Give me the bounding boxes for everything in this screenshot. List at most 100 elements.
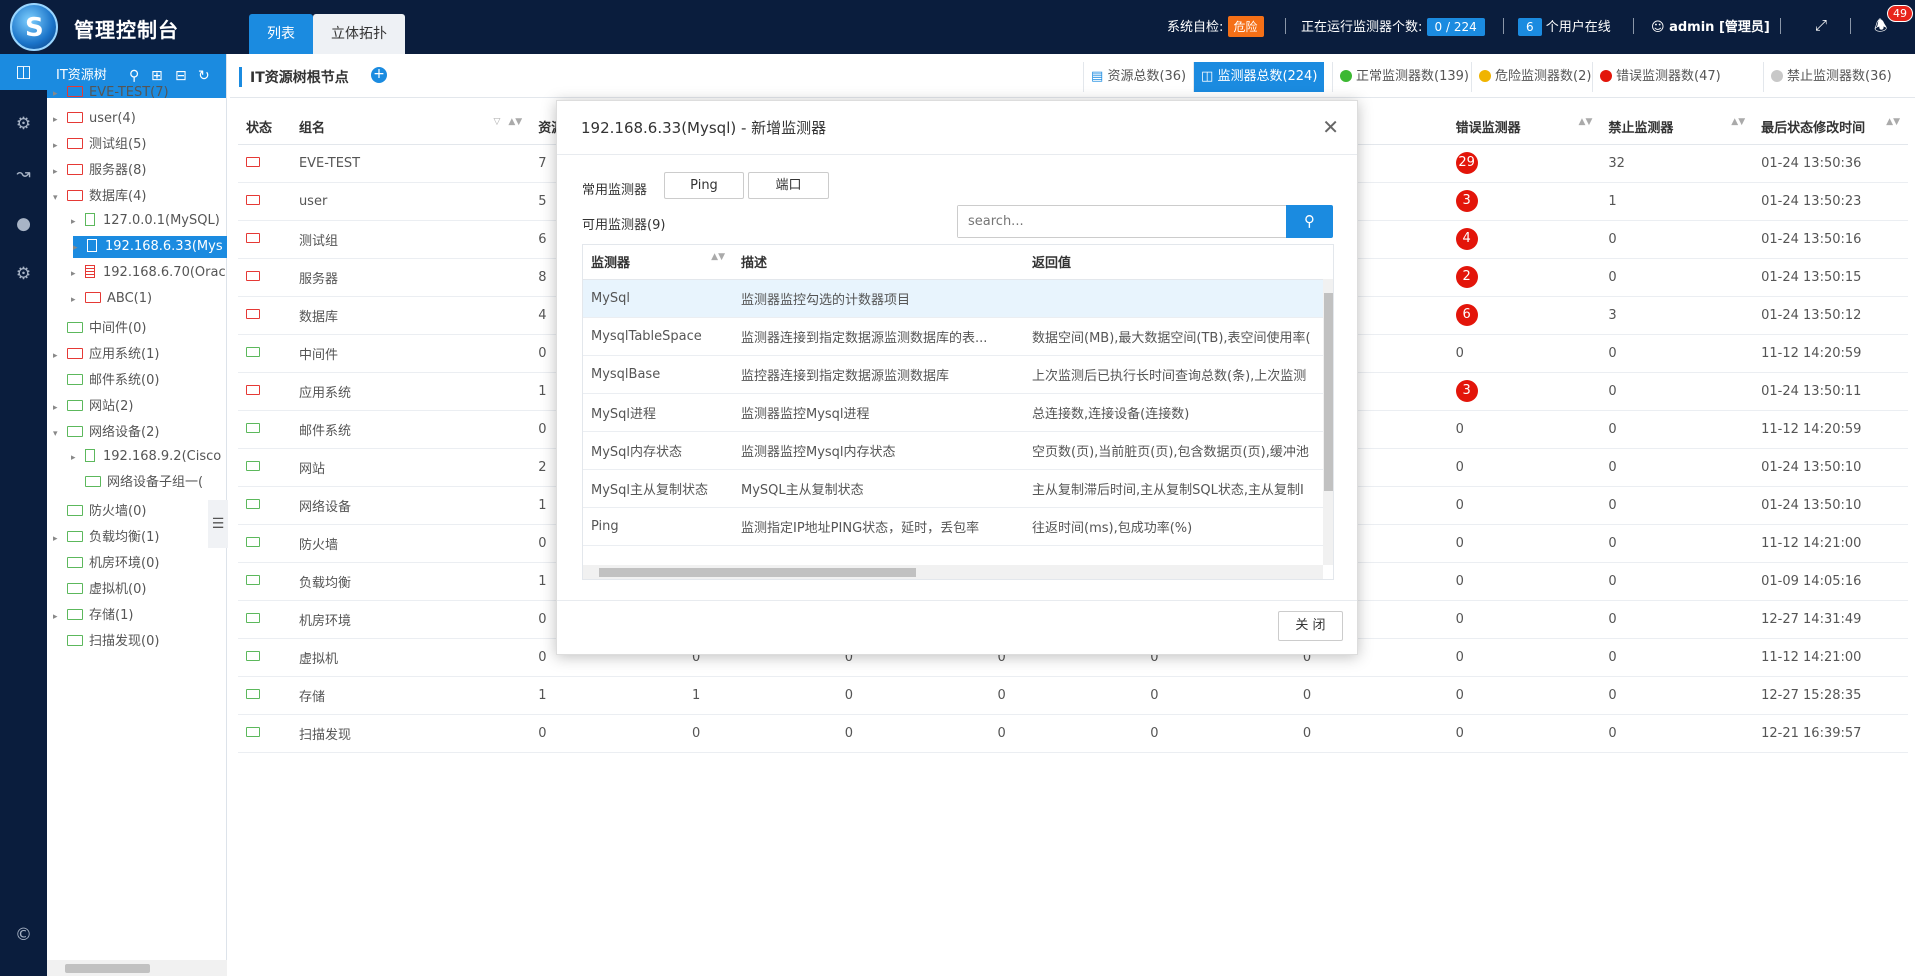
tree-node[interactable]: ▸ ABC(1) <box>71 288 152 310</box>
monitor-icon[interactable]: ◫ <box>0 54 47 90</box>
filter-icon[interactable]: ▽ <box>493 117 500 127</box>
col-status: 状态 <box>238 110 291 145</box>
col-last-modified[interactable]: 最后状态修改时间 ▲▼ <box>1753 110 1908 145</box>
tab-topology[interactable]: 立体拓扑 <box>313 14 405 54</box>
monitor-row[interactable]: MySql 监测器监控勾选的计数器项目 <box>583 279 1323 318</box>
search-button[interactable]: ⚲ <box>1286 205 1333 238</box>
expand-arrow-icon[interactable]: ▸ <box>71 211 85 233</box>
col-error-monitors[interactable]: 错误监测器 ▲▼ <box>1447 110 1601 145</box>
list-toggle-icon[interactable]: ☰ <box>208 500 228 548</box>
fullscreen-icon[interactable]: ⤢ <box>1815 16 1827 34</box>
tree-node[interactable]: ▸ 网站(2) <box>53 396 133 418</box>
tree-horizontal-scrollbar[interactable] <box>47 960 227 976</box>
tree-node[interactable]: 网络设备子组一( <box>71 472 203 494</box>
expand-arrow-icon[interactable]: ▸ <box>73 237 87 259</box>
tree-node[interactable]: 机房环境(0) <box>53 553 159 575</box>
admin-user[interactable]: ☺ admin [管理员] <box>1651 16 1770 35</box>
tree-node[interactable]: ▸ 127.0.0.1(MySQL) <box>71 210 220 232</box>
wechat-icon[interactable]: ● <box>0 206 47 242</box>
folder-icon <box>85 292 101 303</box>
monitor-row[interactable]: MySql进程 监测器监控Mysql进程 总连接数,连接设备(连接数) <box>583 393 1323 432</box>
stat-error-monitors[interactable]: 错误监测器数(47) <box>1592 62 1728 92</box>
expand-arrow-icon[interactable]: ▸ <box>53 161 67 183</box>
chart-icon[interactable]: ↝ <box>0 156 47 192</box>
expand-arrow-icon[interactable]: ▸ <box>53 606 67 628</box>
folder-icon <box>67 609 83 620</box>
expand-arrow-icon[interactable]: ▸ <box>53 83 67 105</box>
tree-node[interactable]: ▸ EVE-TEST(7) <box>53 82 169 104</box>
tree-node[interactable]: 虚拟机(0) <box>53 579 146 601</box>
monitor-row[interactable]: MySql内存状态 监测器监控Mysql内存状态 空页数(页),当前脏页(页),包含… <box>583 431 1323 470</box>
expand-arrow-icon[interactable]: ▸ <box>53 109 67 131</box>
collapse-all-icon[interactable]: ⊟ <box>175 54 187 98</box>
tree-node[interactable]: ▸ 192.168.6.33(Mys <box>73 236 227 258</box>
tree-node[interactable]: ▸ 存储(1) <box>53 605 133 627</box>
col-disabled-monitors[interactable]: 禁止监测器 ▲▼ <box>1600 110 1754 145</box>
sort-icon[interactable]: ▲▼ <box>508 117 522 127</box>
bell-icon[interactable]: ⚙ <box>0 106 47 142</box>
refresh-icon[interactable]: ↻ <box>198 54 210 98</box>
monitor-search-input[interactable] <box>958 206 1286 237</box>
tree-node[interactable]: ▸ 192.168.9.2(Cisco <box>71 446 221 468</box>
database-icon <box>85 449 95 462</box>
tree-node[interactable]: ▸ user(4) <box>53 108 136 130</box>
stat-total-resources[interactable]: ▤ 资源总数(36) <box>1083 62 1193 92</box>
expand-arrow-icon[interactable]: ▸ <box>53 397 67 419</box>
monitor-row[interactable]: Ping 监测指定IP地址PING状态，延时，丢包率 往返时间(ms),包成功率(%… <box>583 507 1323 546</box>
col-group-name[interactable]: 组名 ▲▼ ▽ <box>290 110 531 145</box>
table-row[interactable]: 扫描发现 0 0 0 0 0 0 0 0 12-21 16:39:57 <box>238 714 1908 753</box>
ping-button[interactable]: Ping <box>664 172 744 199</box>
expand-arrow-icon[interactable]: ▾ <box>53 423 67 445</box>
copyright-icon[interactable]: © <box>0 917 47 953</box>
tree-node[interactable]: ▾ 数据库(4) <box>53 186 146 208</box>
self-check[interactable]: 系统自检: 危险 <box>1167 16 1264 37</box>
tree-node[interactable]: ▸ 192.168.6.70(Orac <box>71 262 226 284</box>
monitor-desc-cell: 监控器连接到指定数据源监测数据库 <box>733 355 1024 394</box>
tree-node[interactable]: 防火墙(0) <box>53 501 146 523</box>
notification-bell-icon[interactable]: 🕭 <box>1874 16 1887 41</box>
expand-arrow-icon[interactable]: ▸ <box>53 345 67 367</box>
expand-arrow-icon[interactable]: ▾ <box>53 187 67 209</box>
sort-icon[interactable]: ▲▼ <box>1579 117 1593 127</box>
sort-icon[interactable]: ▲▼ <box>1886 117 1900 127</box>
table-row[interactable]: 存储 1 1 0 0 0 0 0 0 12-27 15:28:35 <box>238 676 1908 715</box>
stat-normal-monitors[interactable]: 正常监测器数(139) <box>1332 62 1476 92</box>
tree-node[interactable]: 邮件系统(0) <box>53 370 159 392</box>
monitor-row[interactable]: MysqlTableSpace 监测器连接到指定数据源监测数据库的表... 数据空间… <box>583 317 1323 356</box>
stat-total-monitors[interactable]: ◫ 监测器总数(224) <box>1193 62 1325 92</box>
expand-arrow-icon[interactable]: ▸ <box>71 263 85 285</box>
tree-node[interactable]: 中间件(0) <box>53 318 146 340</box>
col-description: 描述 <box>733 245 1024 280</box>
last-modified-cell: 12-27 15:28:35 <box>1753 676 1908 715</box>
running-monitors[interactable]: 正在运行监测器个数: 0 / 224 <box>1301 16 1485 36</box>
tree-node[interactable]: ▸ 应用系统(1) <box>53 344 159 366</box>
expand-arrow-icon[interactable]: ▸ <box>53 528 67 550</box>
expand-arrow-icon[interactable]: ▸ <box>71 447 85 469</box>
expand-arrow-icon[interactable]: ▸ <box>71 289 85 311</box>
monitor-horizontal-scrollbar[interactable] <box>583 565 1323 579</box>
monitor-row[interactable]: MysqlBase 监控器连接到指定数据源监测数据库 上次监测后已执行长时间查询总数… <box>583 355 1323 394</box>
group-name-cell: 中间件 <box>290 334 531 373</box>
gear-icon[interactable]: ⚙ <box>0 256 47 292</box>
tree-node[interactable]: ▸ 服务器(8) <box>53 160 146 182</box>
close-button[interactable]: 关 闭 <box>1278 611 1343 641</box>
col-monitor[interactable]: 监测器 ▲▼ <box>583 245 733 280</box>
tab-list[interactable]: 列表 <box>249 14 313 54</box>
monitor-row[interactable]: MySql主从复制状态 MySQL主从复制状态 主从复制滞后时间,主从复制SQL状态… <box>583 469 1323 508</box>
stat-danger-monitors[interactable]: 危险监测器数(2) <box>1471 62 1598 92</box>
monitor-vertical-scrollbar[interactable] <box>1323 279 1333 565</box>
stat-disabled-monitors[interactable]: 禁止监测器数(36) <box>1763 62 1899 92</box>
error-count-badge: 4 <box>1455 228 1478 250</box>
expand-arrow-icon[interactable]: ▸ <box>53 135 67 157</box>
online-users[interactable]: 6 个用户在线 <box>1518 16 1611 36</box>
sort-icon[interactable]: ▲▼ <box>711 252 725 262</box>
tree-node[interactable]: ▸ 负载均衡(1) <box>53 527 159 549</box>
add-resource-icon[interactable]: + <box>371 67 387 83</box>
sort-icon[interactable]: ▲▼ <box>1731 117 1745 127</box>
port-button[interactable]: 端口 <box>748 172 829 199</box>
tree-node[interactable]: ▾ 网络设备(2) <box>53 422 159 444</box>
tree-node-label: 防火墙(0) <box>89 504 147 519</box>
tree-node[interactable]: ▸ 测试组(5) <box>53 134 146 156</box>
tree-node[interactable]: 扫描发现(0) <box>53 631 159 653</box>
close-icon[interactable]: ✕ <box>1322 115 1339 139</box>
